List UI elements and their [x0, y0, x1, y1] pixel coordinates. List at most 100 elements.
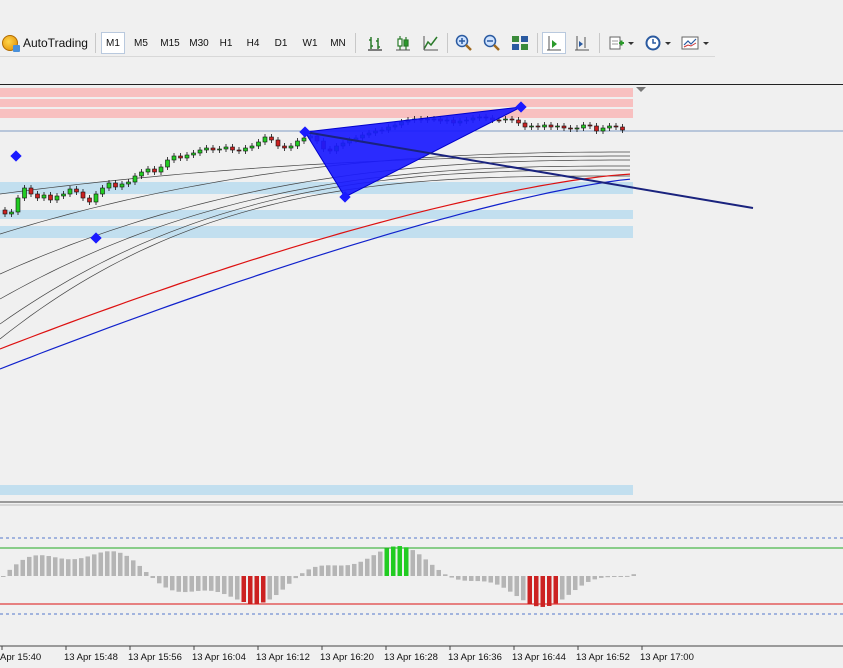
- time-axis-label: 13 Apr 16:20: [320, 652, 374, 663]
- candle-body: [581, 124, 586, 129]
- candle-body: [28, 187, 34, 195]
- candle-body: [574, 127, 580, 130]
- oscillator-bar: [40, 555, 45, 576]
- oscillator-bar: [449, 576, 454, 578]
- oscillator-bar: [612, 576, 617, 577]
- oscillator-bar: [222, 576, 227, 595]
- oscillator-bar: [105, 551, 110, 576]
- templates-button[interactable]: [679, 32, 713, 54]
- candle-body: [230, 146, 235, 151]
- oscillator-bar: [66, 559, 71, 576]
- candle-body: [594, 125, 599, 132]
- candle-body: [139, 171, 144, 177]
- autotrading-button[interactable]: AutoTrading: [0, 32, 88, 54]
- oscillator-bar: [404, 547, 409, 576]
- candle-body: [165, 159, 170, 168]
- zoom-in-button[interactable]: [452, 32, 476, 54]
- oscillator-bar: [397, 546, 402, 576]
- candle-body: [613, 125, 619, 128]
- oscillator-bar: [605, 576, 610, 578]
- timeframe-h4-button[interactable]: H4: [241, 32, 265, 54]
- candle-body: [35, 193, 40, 199]
- oscillator-bar: [501, 576, 506, 588]
- zoom-out-button[interactable]: [480, 32, 504, 54]
- oscillator-bar: [228, 576, 233, 597]
- periodicity-button[interactable]: [642, 32, 676, 54]
- oscillator-bar: [365, 558, 370, 576]
- clock-icon: [645, 35, 671, 51]
- timeframe-mn-button[interactable]: MN: [325, 32, 351, 54]
- candle-body: [178, 155, 183, 159]
- timeframe-m5-button[interactable]: M5: [129, 32, 153, 54]
- chart-shift-icon: [575, 36, 589, 51]
- oscillator-bar: [326, 565, 331, 576]
- candle-body: [555, 125, 560, 128]
- tile-windows-button[interactable]: [508, 32, 532, 54]
- oscillator-bar: [176, 576, 181, 592]
- oscillator-bar: [430, 564, 435, 576]
- oscillator-bar: [443, 574, 448, 576]
- time-axis-label: 13 Apr 16:12: [256, 652, 310, 663]
- chart-shift-button[interactable]: [570, 32, 594, 54]
- time-axis-label: 13 Apr 16:36: [448, 652, 502, 663]
- oscillator-bar: [287, 576, 292, 584]
- oscillator-bar: [345, 565, 350, 576]
- candle-body: [269, 136, 274, 141]
- candle-body: [191, 152, 196, 156]
- timeframe-m1-button[interactable]: M1: [101, 32, 125, 54]
- timeframe-m15-button[interactable]: M15: [156, 32, 184, 54]
- oscillator-bar: [59, 558, 64, 576]
- oscillator-bar: [98, 552, 103, 576]
- oscillator-bar: [14, 564, 19, 576]
- oscillator-bar: [300, 573, 305, 576]
- candle-body: [113, 182, 118, 188]
- oscillator-bar: [79, 558, 84, 576]
- candlestick-chart-button[interactable]: [391, 32, 415, 54]
- candle-body: [74, 188, 79, 193]
- candle-body: [561, 125, 567, 129]
- oscillator-bar: [417, 554, 422, 576]
- candle-body: [236, 149, 242, 152]
- candle-body: [516, 119, 521, 124]
- oscillator-bar: [131, 560, 136, 576]
- price-chart[interactable]: Apr 15:40 13 Apr 15:48 13 Apr 15:56 13 Apr …: [0, 84, 843, 668]
- oscillator-bar: [157, 576, 162, 584]
- oscillator-bar: [508, 576, 513, 592]
- oscillator-bar: [118, 552, 123, 576]
- candle-body: [295, 140, 300, 147]
- bar-chart-button[interactable]: [363, 32, 387, 54]
- zoom-in-icon: [455, 34, 472, 51]
- oscillator-bar: [7, 569, 12, 576]
- candle-body: [80, 191, 86, 199]
- indicators-list-button[interactable]: [604, 32, 638, 54]
- oscillator-bar: [540, 576, 545, 607]
- oscillator-bar: [391, 546, 396, 576]
- oscillator-bar: [592, 576, 597, 580]
- auto-scroll-button[interactable]: [542, 32, 566, 54]
- oscillator-bar: [521, 576, 526, 601]
- candle-body: [535, 125, 541, 128]
- oscillator-bar: [547, 576, 552, 606]
- timeframe-h1-button[interactable]: H1: [214, 32, 238, 54]
- oscillator-bar: [20, 559, 25, 576]
- oscillator-bar: [248, 576, 253, 604]
- candle-body: [496, 119, 502, 122]
- time-axis-label: 13 Apr 15:48: [64, 652, 118, 663]
- oscillator-bar: [33, 555, 38, 576]
- oscillator-bar: [378, 551, 383, 576]
- oscillator-bar: [618, 576, 623, 577]
- timeframe-m30-button[interactable]: M30: [185, 32, 213, 54]
- time-axis-label: 13 Apr 17:00: [640, 652, 694, 663]
- oscillator-bar: [111, 551, 116, 576]
- candle-body: [2, 209, 8, 215]
- oscillator-bar: [27, 556, 32, 576]
- timeframe-w1-button[interactable]: W1: [297, 32, 323, 54]
- oscillator-bar: [423, 559, 428, 576]
- line-chart-button[interactable]: [419, 32, 443, 54]
- candle-body: [145, 168, 151, 173]
- timeframe-d1-button[interactable]: D1: [269, 32, 293, 54]
- oscillator-bar: [202, 576, 207, 591]
- oscillator-bar: [553, 576, 558, 604]
- oscillator-bar: [1, 576, 6, 577]
- candle-body: [152, 168, 157, 173]
